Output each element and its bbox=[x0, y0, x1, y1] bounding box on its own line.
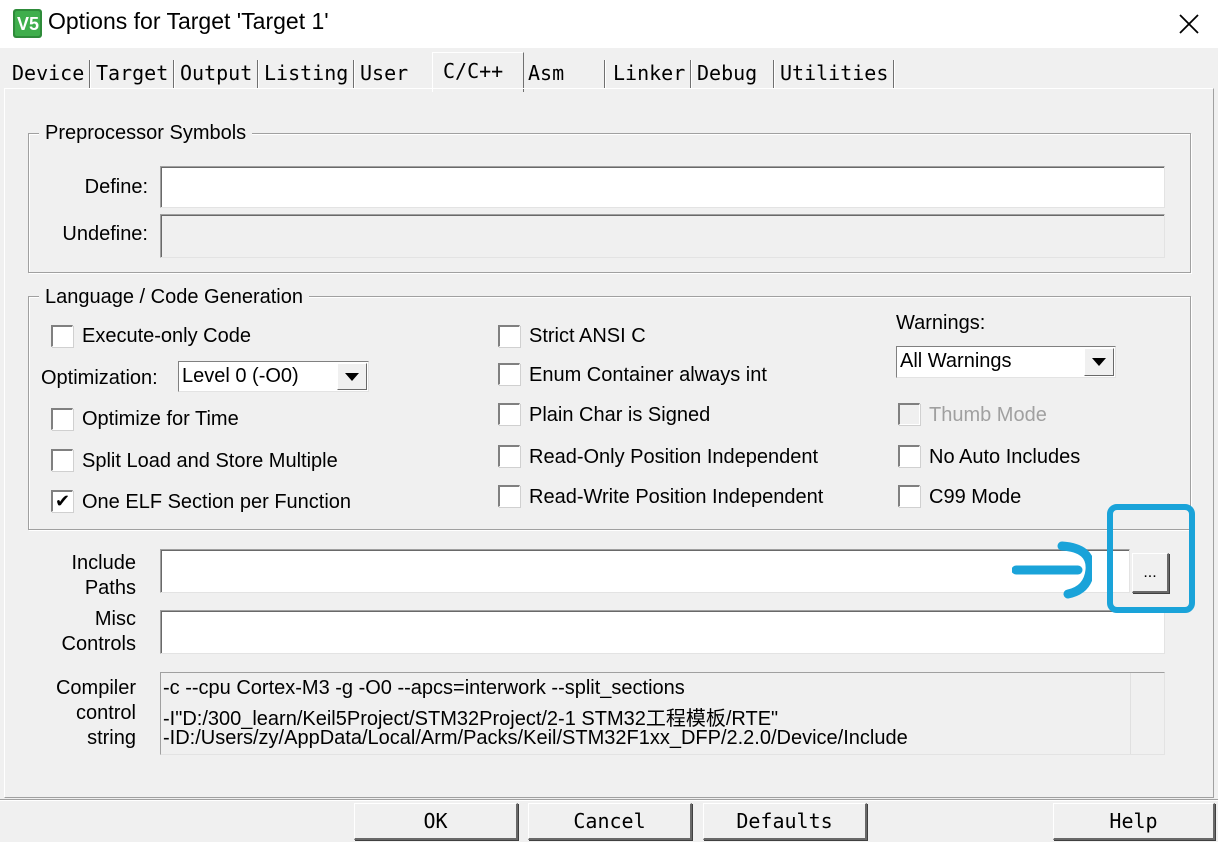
compiler-control-line: -ID:/Users/zy/AppData/Local/Arm/Packs/Ke… bbox=[163, 727, 908, 749]
misc-controls-label-line2: Controls bbox=[61, 633, 136, 655]
plain-char-label: Plain Char is Signed bbox=[529, 404, 711, 426]
include-paths-label-line1: Include bbox=[71, 552, 137, 574]
annotation-arrow-icon bbox=[1011, 540, 1095, 600]
no-auto-includes-checkbox[interactable] bbox=[898, 445, 920, 467]
close-button[interactable] bbox=[1166, 4, 1212, 44]
rw-pi-checkbox[interactable] bbox=[498, 485, 520, 507]
split-load-checkbox[interactable] bbox=[51, 449, 73, 471]
compiler-control-line: -c --cpu Cortex-M3 -g -O0 --apcs=interwo… bbox=[163, 677, 685, 699]
ro-pi-label: Read-Only Position Independent bbox=[529, 446, 819, 468]
help-button[interactable]: Help bbox=[1053, 803, 1215, 840]
thumb-mode-checkbox[interactable] bbox=[898, 403, 920, 425]
optimize-time-checkbox[interactable] bbox=[51, 408, 73, 430]
warnings-select[interactable]: All Warnings bbox=[896, 346, 1116, 378]
optimization-value: Level 0 (-O0) bbox=[182, 365, 299, 387]
warnings-value: All Warnings bbox=[900, 350, 1012, 372]
defaults-button[interactable]: Defaults bbox=[703, 803, 867, 840]
compiler-control-label-line3: string bbox=[87, 727, 136, 749]
split-load-label: Split Load and Store Multiple bbox=[82, 450, 338, 472]
misc-controls-input[interactable] bbox=[160, 610, 1165, 654]
tab-asm[interactable]: Asm bbox=[524, 56, 564, 90]
preprocessor-group-title: Preprocessor Symbols bbox=[39, 122, 253, 145]
window-title: Options for Target 'Target 1' bbox=[48, 8, 329, 34]
include-paths-input[interactable] bbox=[160, 549, 1130, 593]
plain-char-checkbox[interactable] bbox=[498, 403, 520, 425]
execute-only-checkbox[interactable] bbox=[51, 325, 73, 347]
tab-output[interactable]: Output bbox=[176, 56, 252, 90]
compiler-control-label-line2: control bbox=[75, 702, 136, 724]
execute-only-label: Execute-only Code bbox=[82, 325, 251, 347]
ok-button[interactable]: OK bbox=[354, 803, 518, 840]
warnings-label: Warnings: bbox=[896, 312, 986, 334]
warnings-dropdown-button[interactable] bbox=[1084, 348, 1114, 376]
include-paths-label-line2: Paths bbox=[84, 577, 136, 599]
chevron-down-icon bbox=[345, 372, 359, 381]
chevron-down-icon bbox=[1092, 358, 1106, 366]
one-elf-checkbox[interactable]: ✔ bbox=[51, 490, 73, 512]
svg-text:V5: V5 bbox=[17, 14, 39, 34]
c99-mode-label: C99 Mode bbox=[929, 486, 1022, 508]
define-label: Define: bbox=[84, 176, 148, 198]
optimization-label: Optimization: bbox=[41, 367, 158, 389]
tab-bar: Device Target Output Listing User C/C++ … bbox=[0, 52, 1218, 92]
tab-debug[interactable]: Debug bbox=[693, 56, 757, 90]
strict-ansi-checkbox[interactable] bbox=[498, 325, 520, 347]
tab-linker[interactable]: Linker bbox=[609, 56, 685, 90]
undefine-input[interactable] bbox=[160, 214, 1165, 258]
annotation-highlight-box bbox=[1107, 504, 1195, 613]
one-elf-label: One ELF Section per Function bbox=[82, 491, 352, 513]
undefine-label: Undefine: bbox=[62, 223, 148, 245]
enum-container-label: Enum Container always int bbox=[529, 364, 767, 386]
checkmark-icon: ✔ bbox=[55, 491, 71, 511]
keil-app-icon: V5 bbox=[13, 9, 42, 38]
close-icon bbox=[1179, 14, 1199, 34]
language-group-title: Language / Code Generation bbox=[39, 286, 309, 309]
ro-pi-checkbox[interactable] bbox=[498, 445, 520, 467]
tab-device[interactable]: Device bbox=[8, 56, 84, 90]
define-input[interactable] bbox=[160, 166, 1165, 208]
optimization-select[interactable]: Level 0 (-O0) bbox=[178, 361, 369, 392]
tab-listing[interactable]: Listing bbox=[260, 56, 348, 90]
no-auto-includes-label: No Auto Includes bbox=[929, 446, 1081, 468]
compiler-control-scrollbar[interactable] bbox=[1130, 673, 1164, 754]
thumb-mode-label: Thumb Mode bbox=[929, 404, 1047, 426]
misc-controls-label-line1: Misc bbox=[94, 608, 136, 630]
tab-c-cpp[interactable]: C/C++ bbox=[432, 52, 524, 92]
tab-user[interactable]: User bbox=[356, 56, 408, 90]
compiler-control-string[interactable]: -c --cpu Cortex-M3 -g -O0 --apcs=interwo… bbox=[160, 672, 1165, 755]
optimization-dropdown-button[interactable] bbox=[337, 363, 367, 390]
enum-container-checkbox[interactable] bbox=[498, 363, 520, 385]
strict-ansi-label: Strict ANSI C bbox=[529, 325, 646, 347]
optimize-time-label: Optimize for Time bbox=[82, 408, 239, 430]
tab-target[interactable]: Target bbox=[92, 56, 168, 90]
rw-pi-label: Read-Write Position Independent bbox=[529, 486, 824, 508]
cancel-button[interactable]: Cancel bbox=[528, 803, 692, 840]
compiler-control-label-line1: Compiler bbox=[55, 677, 136, 699]
c99-mode-checkbox[interactable] bbox=[898, 485, 920, 507]
tab-utilities[interactable]: Utilities bbox=[776, 56, 888, 90]
